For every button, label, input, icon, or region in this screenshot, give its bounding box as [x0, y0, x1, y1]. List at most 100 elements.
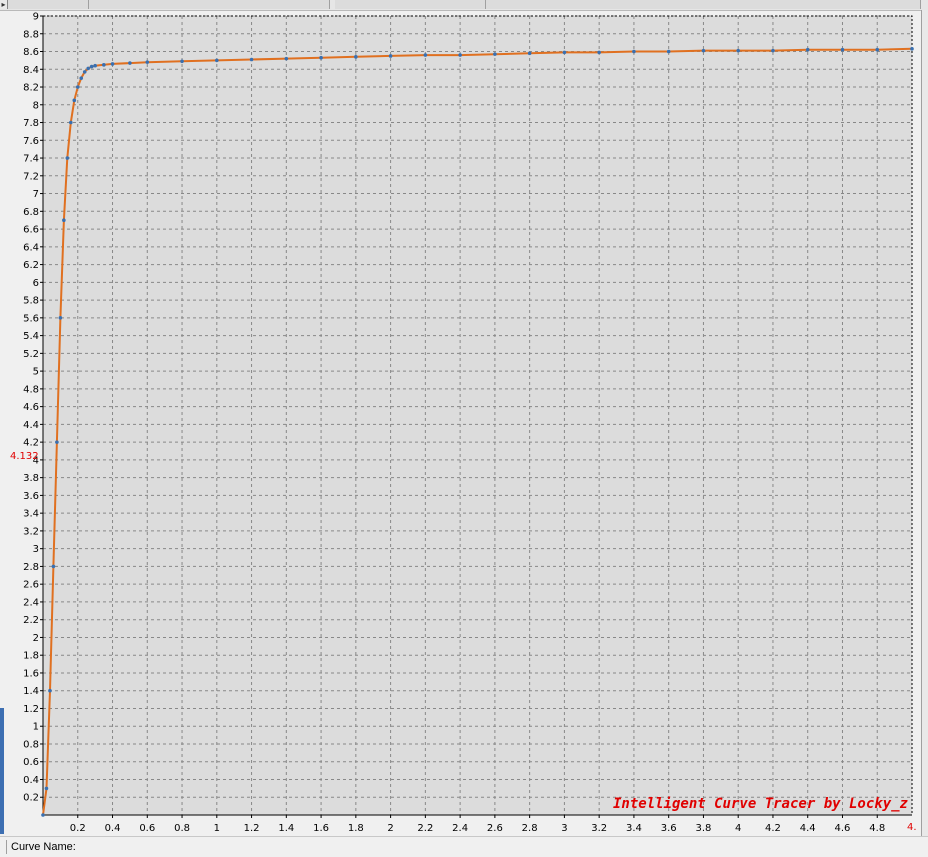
y-tick-label: 0.2 [23, 793, 39, 804]
y-tick-label: 3.2 [23, 526, 39, 537]
x-tick-label: 2 [387, 823, 393, 834]
x-tick-label: 2.2 [417, 823, 433, 834]
x-tick-label: 4.4 [800, 823, 816, 834]
x-tick-label: 3.8 [695, 823, 711, 834]
cursor-y-value-label: 4.132 [10, 451, 39, 462]
curve-chart[interactable]: 0.2 0.4 0.6 0.8 1 1.2 1.4 1.6 1.8 2 2.2 2.4 2.6 2.8 3 3… [0, 10, 922, 836]
y-tick-label: 6.4 [23, 242, 39, 253]
y-tick-label: 6 [33, 278, 39, 289]
data-point [79, 76, 84, 80]
data-point [41, 813, 45, 817]
data-point [75, 85, 80, 89]
x-tick-label: 4.6 [835, 823, 851, 834]
cursor-x-value-label: 4. [907, 822, 917, 833]
x-tick-label: 0.6 [139, 823, 155, 834]
data-point [527, 51, 532, 56]
data-point [458, 53, 462, 57]
data-point [180, 59, 184, 64]
data-point [423, 53, 428, 57]
y-tick-label: 1 [33, 722, 39, 733]
x-tick-label: 1 [214, 823, 220, 834]
data-point [666, 49, 671, 54]
y-tick-label: 2 [33, 633, 39, 644]
y-tick-label: 8 [33, 100, 39, 111]
y-tick-label: 7 [33, 189, 39, 200]
data-point [58, 316, 63, 320]
y-tick-label: 7.8 [23, 118, 39, 129]
toolbar-segment [89, 0, 330, 9]
data-point [284, 56, 289, 61]
chart-area[interactable]: 0.2 0.4 0.6 0.8 1 1.2 1.4 1.6 1.8 2 2.2 2.4 2.6 2.8 3 3… [0, 10, 922, 836]
data-point [632, 49, 636, 54]
data-point [102, 63, 106, 67]
y-tick-label: 5.4 [23, 331, 39, 342]
plot-background [43, 16, 912, 815]
x-tick-label: 4.8 [869, 823, 885, 834]
x-tick-labels: 0.2 0.4 0.6 0.8 1 1.2 1.4 1.6 1.8 2 2.2 2.4 2.6 2.8 3 3… [70, 823, 885, 834]
data-point [354, 55, 358, 59]
data-point [48, 688, 52, 693]
data-point [44, 786, 49, 791]
y-tick-label: 7.4 [23, 154, 39, 165]
data-point [215, 58, 219, 63]
y-tick-label: 6.6 [23, 225, 39, 236]
data-point [597, 50, 601, 55]
toolbar-segment [486, 0, 921, 9]
x-tick-label: 3 [561, 823, 567, 834]
y-tick-labels: 0.2 0.4 0.6 0.8 1 1.2 1.4 1.6 1.8 2 2.2 2.4 2.6 2.8 3 3… [23, 12, 39, 804]
data-point [805, 47, 810, 52]
y-tick-label: 0.8 [23, 739, 39, 750]
y-tick-label: 4.4 [23, 420, 39, 431]
x-tick-label: 3.4 [626, 823, 642, 834]
status-bar: Curve Name: [0, 836, 928, 857]
scroll-right-arrow-icon[interactable]: ▸ [0, 0, 8, 9]
data-point [110, 62, 115, 66]
y-tick-label: 1.6 [23, 668, 39, 679]
data-point [319, 55, 323, 60]
y-tick-label: 3.8 [23, 473, 39, 484]
curve-name-label: Curve Name: [11, 841, 76, 853]
y-tick-label: 6.2 [23, 260, 39, 271]
data-point [388, 54, 393, 58]
y-tick-label: 3.6 [23, 491, 39, 502]
x-tick-label: 1.2 [244, 823, 260, 834]
y-tick-label: 6.8 [23, 207, 39, 218]
x-tick-label: 1.8 [348, 823, 364, 834]
x-tick-label: 0.8 [174, 823, 190, 834]
x-tick-label: 2.8 [522, 823, 538, 834]
x-tick-label: 1.6 [313, 823, 329, 834]
x-tick-label: 3.2 [591, 823, 607, 834]
data-point [493, 52, 497, 56]
y-tick-label: 8.2 [23, 83, 39, 94]
y-tick-label: 1.8 [23, 651, 39, 662]
data-point [145, 60, 150, 64]
y-tick-label: 8.6 [23, 47, 39, 58]
data-point [128, 61, 132, 65]
data-point [69, 120, 73, 125]
curve-name-field: Curve Name: [6, 840, 907, 854]
data-point [62, 218, 66, 222]
x-tick-label: 4 [735, 823, 741, 834]
data-point [55, 440, 59, 444]
x-tick-label: 3.6 [661, 823, 677, 834]
y-tick-label: 1.4 [23, 686, 39, 697]
data-point [840, 47, 845, 52]
y-tick-label: 7.2 [23, 171, 39, 182]
y-tick-label: 4.6 [23, 402, 39, 413]
data-point [249, 57, 254, 62]
data-point [875, 47, 880, 52]
y-tick-label: 5.8 [23, 296, 39, 307]
y-tick-label: 0.6 [23, 757, 39, 768]
watermark-text: Intelligent Curve Tracer by Locky_z [613, 796, 909, 812]
vertical-scrollbar[interactable] [921, 10, 928, 836]
y-tick-label: 4.8 [23, 384, 39, 395]
data-point [89, 64, 94, 69]
toolbar-segment [8, 0, 89, 9]
y-tick-label: 3 [33, 544, 39, 555]
toolbar-segment [335, 0, 486, 9]
y-tick-label: 2.2 [23, 615, 39, 626]
y-tick-label: 8.8 [23, 29, 39, 40]
data-point [771, 48, 775, 53]
data-point [93, 63, 97, 68]
y-tick-label: 5 [33, 367, 39, 378]
